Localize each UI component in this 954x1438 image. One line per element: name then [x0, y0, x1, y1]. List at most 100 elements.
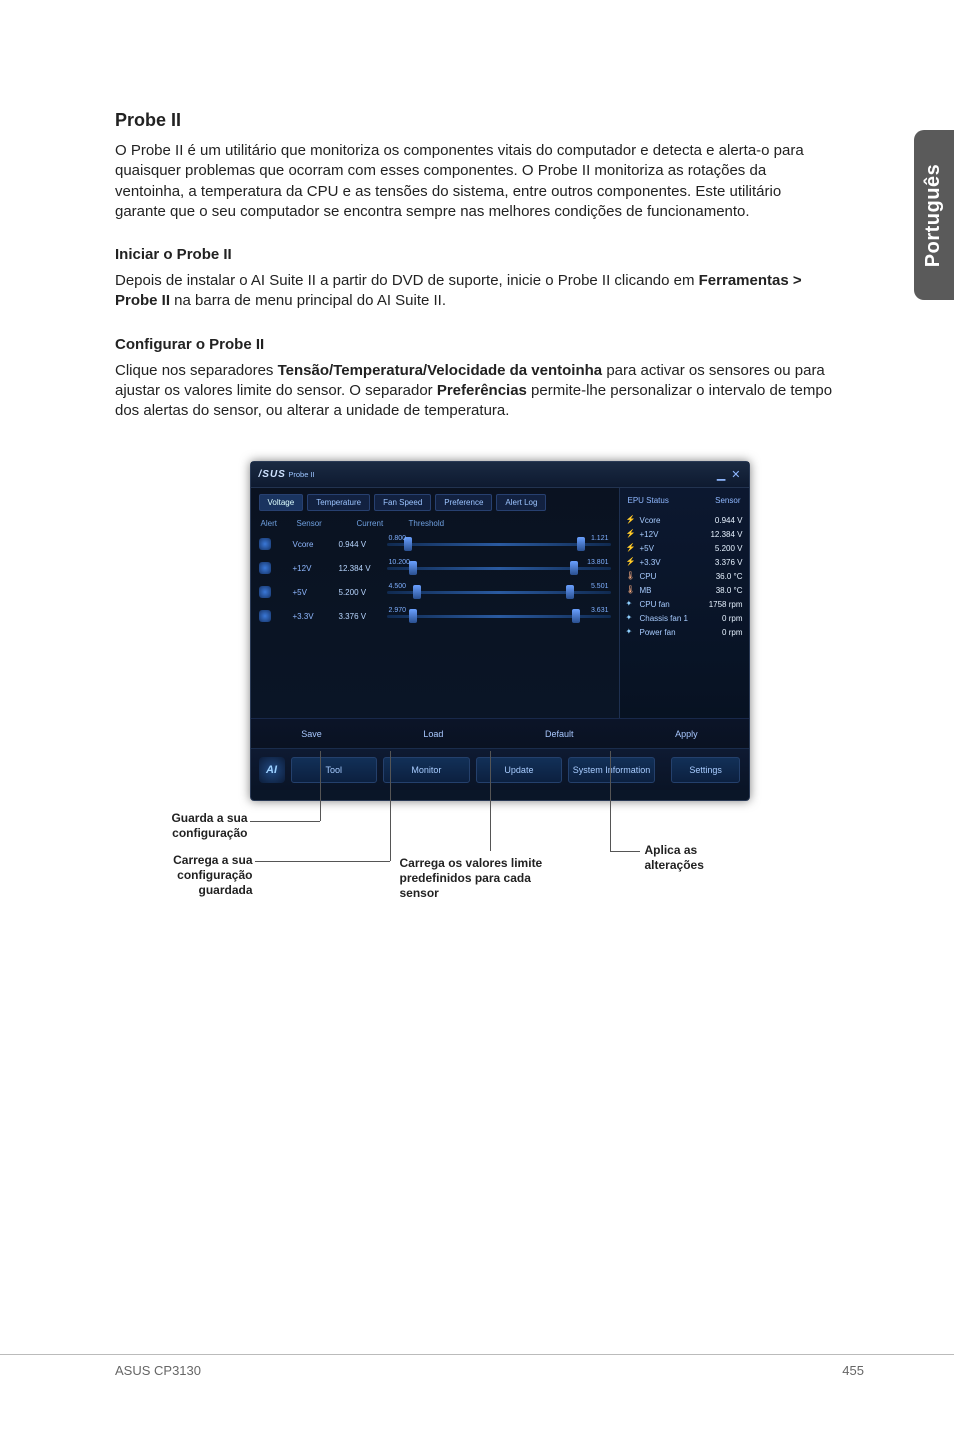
sensor-row: +12V 12.384 V 10.200 13.801 — [259, 561, 611, 575]
tab-fan-speed[interactable]: Fan Speed — [374, 494, 431, 511]
tab-row: Voltage Temperature Fan Speed Preference… — [259, 494, 611, 511]
sensor-current: 12.384 V — [339, 564, 387, 573]
intro-paragraph: O Probe II é um utilitário que monitoriz… — [115, 141, 835, 222]
status-name: +5V — [640, 544, 654, 553]
status-pane: EPU Status Sensor Vcore0.944 V +12V12.38… — [619, 488, 749, 718]
status-value: 38.0 °C — [716, 586, 743, 595]
tool-button[interactable]: Tool — [291, 757, 378, 783]
leader-line — [255, 861, 390, 862]
save-button[interactable]: Save — [287, 725, 336, 743]
low-label: 4.500 — [389, 583, 407, 590]
alert-checkbox[interactable] — [259, 586, 271, 598]
leader-line — [610, 751, 611, 851]
apply-button[interactable]: Apply — [661, 725, 712, 743]
probe-app-window: /SUS Probe II ▁ ✕ Voltage Temperature Fa… — [250, 461, 750, 801]
high-label: 1.121 — [591, 535, 609, 542]
sensor-current: 0.944 V — [339, 540, 387, 549]
high-label: 3.631 — [591, 607, 609, 614]
tab-preference[interactable]: Preference — [435, 494, 492, 511]
left-pane: Voltage Temperature Fan Speed Preference… — [251, 488, 619, 718]
callout-save: Guarda a sua configuração — [148, 811, 248, 841]
fan-icon — [626, 627, 636, 637]
status-name: CPU — [640, 572, 657, 581]
sensor-row: +5V 5.200 V 4.500 5.501 — [259, 585, 611, 599]
language-side-tab: Português — [914, 130, 954, 300]
col-threshold: Threshold — [409, 519, 609, 528]
threshold-slider[interactable]: 10.200 13.801 — [387, 561, 611, 575]
tab-temperature[interactable]: Temperature — [307, 494, 370, 511]
status-name: Power fan — [640, 628, 676, 637]
leader-line — [390, 751, 391, 861]
section-title: Probe II — [115, 110, 864, 131]
app-name: Probe II — [288, 470, 314, 479]
thermometer-icon — [626, 571, 636, 581]
minimize-icon[interactable]: ▁ — [717, 468, 725, 481]
footer-model: ASUS CP3130 — [115, 1363, 201, 1378]
app-brand: /SUS Probe II — [259, 469, 315, 480]
start-heading: Iniciar o Probe II — [115, 246, 864, 263]
threshold-slider[interactable]: 2.970 3.631 — [387, 609, 611, 623]
status-name: Vcore — [640, 516, 661, 525]
action-row: Save Load Default Apply — [251, 718, 749, 748]
thermometer-icon — [626, 585, 636, 595]
settings-button[interactable]: Settings — [671, 757, 741, 783]
monitor-button[interactable]: Monitor — [383, 757, 470, 783]
status-value: 3.376 V — [715, 558, 743, 567]
low-label: 0.800 — [389, 535, 407, 542]
low-label: 2.970 — [389, 607, 407, 614]
bolt-icon — [626, 529, 636, 539]
high-label: 5.501 — [591, 583, 609, 590]
brand-logo: /SUS — [259, 469, 286, 480]
status-value: 1758 rpm — [709, 600, 743, 609]
language-label: Português — [923, 163, 946, 266]
sensor-row: Vcore 0.944 V 0.800 1.121 — [259, 537, 611, 551]
page: Português Probe II O Probe II é um utili… — [0, 0, 954, 1438]
status-title: EPU Status — [628, 496, 669, 505]
callout-default: Carrega os valores limite predefinidos p… — [400, 856, 570, 901]
tab-voltage[interactable]: Voltage — [259, 494, 304, 511]
status-header: EPU Status Sensor — [626, 494, 743, 511]
leader-line — [490, 751, 491, 851]
alert-checkbox[interactable] — [259, 562, 271, 574]
status-row: Power fan0 rpm — [626, 627, 743, 637]
threshold-slider[interactable]: 4.500 5.501 — [387, 585, 611, 599]
tabs-name: Tensão/Temperatura/Velocidade da ventoin… — [278, 362, 603, 379]
status-value: 12.384 V — [710, 530, 742, 539]
leader-line — [610, 851, 640, 852]
status-value: 5.200 V — [715, 544, 743, 553]
col-sensor: Sensor — [297, 519, 357, 528]
status-row: Vcore0.944 V — [626, 515, 743, 525]
col-current: Current — [357, 519, 409, 528]
content-area: Voltage Temperature Fan Speed Preference… — [251, 488, 749, 718]
bolt-icon — [626, 515, 636, 525]
sensor-name: +12V — [293, 564, 339, 573]
default-button[interactable]: Default — [531, 725, 588, 743]
load-button[interactable]: Load — [409, 725, 457, 743]
page-footer: ASUS CP3130 455 — [0, 1354, 954, 1378]
alert-checkbox[interactable] — [259, 538, 271, 550]
system-info-button[interactable]: System Information — [568, 757, 655, 783]
status-row: CPU fan1758 rpm — [626, 599, 743, 609]
window-controls: ▁ ✕ — [717, 468, 741, 481]
threshold-slider[interactable]: 0.800 1.121 — [387, 537, 611, 551]
sensor-current: 3.376 V — [339, 612, 387, 621]
figure-wrapper: /SUS Probe II ▁ ✕ Voltage Temperature Fa… — [130, 461, 850, 801]
callout-apply: Aplica as alterações — [645, 843, 755, 873]
text: Depois de instalar o AI Suite II a parti… — [115, 272, 699, 289]
status-row: MB 38.0 °C — [626, 585, 743, 595]
leader-line — [320, 751, 321, 821]
fan-icon — [626, 613, 636, 623]
text: Clique nos separadores — [115, 362, 278, 379]
bottom-bar: AI Tool Monitor Update System Informatio… — [251, 748, 749, 790]
fan-icon — [626, 599, 636, 609]
status-name: MB — [640, 586, 652, 595]
start-paragraph: Depois de instalar o AI Suite II a parti… — [115, 271, 835, 312]
low-label: 10.200 — [389, 559, 410, 566]
close-icon[interactable]: ✕ — [731, 468, 740, 481]
tab-alert-log[interactable]: Alert Log — [496, 494, 546, 511]
column-headers: Alert Sensor Current Threshold — [259, 517, 611, 532]
footer-page-number: 455 — [842, 1363, 864, 1378]
alert-checkbox[interactable] — [259, 610, 271, 622]
status-name: Chassis fan 1 — [640, 614, 688, 623]
status-sub: Sensor — [715, 496, 740, 505]
